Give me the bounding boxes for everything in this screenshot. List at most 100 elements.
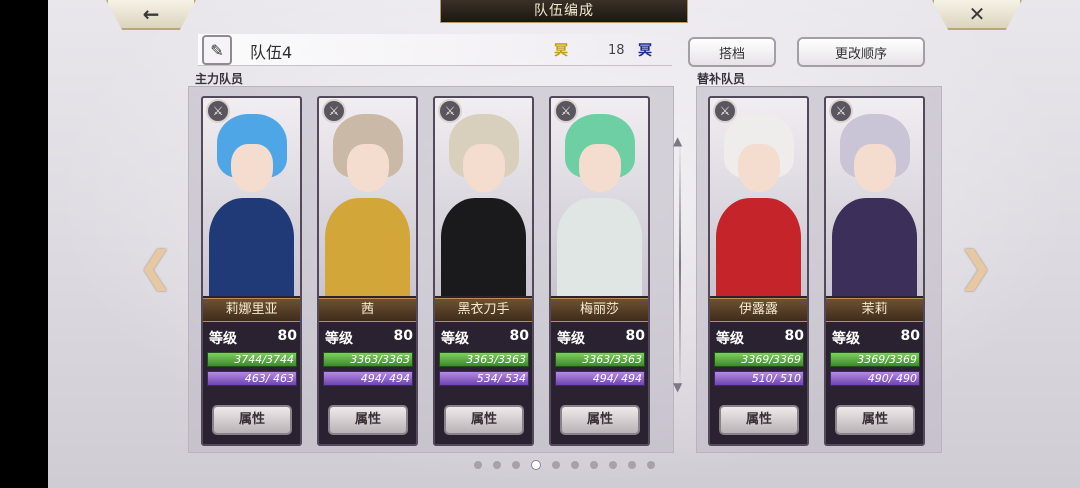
portrait-face [347, 144, 389, 192]
close-icon: ✕ [968, 2, 986, 26]
mp-bar: 494/ 494 [555, 371, 645, 386]
partner-button[interactable]: 搭档 [688, 37, 776, 67]
page-dot[interactable] [609, 461, 617, 469]
portrait-body [832, 198, 917, 296]
character-name: 茉莉 [826, 298, 923, 322]
attribute-button[interactable]: 属性 [212, 405, 292, 435]
mp-bar: 463/ 463 [207, 371, 297, 386]
level-label: 等级 [716, 331, 744, 347]
character-card[interactable]: ⚔ 黑衣刀手 等级 80 3363/3363 534/ 534 属性 [433, 96, 534, 446]
mp-bar: 490/ 490 [830, 371, 920, 386]
edit-team-name-button[interactable]: ✎ [202, 35, 232, 65]
attribute-button[interactable]: 属性 [444, 405, 524, 435]
team-name: 队伍4 [250, 43, 293, 62]
sub-members-label: 替补队员 [697, 72, 746, 86]
weapon-type-icon: ⚔ [554, 99, 578, 123]
portrait-body [557, 198, 642, 296]
portrait-body [209, 198, 294, 296]
level-label: 等级 [441, 331, 469, 347]
blue-stat-icon: 冥 [638, 43, 652, 59]
character-name: 茜 [319, 298, 416, 322]
mp-bar: 510/ 510 [714, 371, 804, 386]
character-name: 莉娜里亚 [203, 298, 300, 322]
page-dot[interactable] [493, 461, 501, 469]
portrait-face [854, 144, 896, 192]
character-card[interactable]: ⚔ 梅丽莎 等级 80 3363/3363 494/ 494 属性 [549, 96, 650, 446]
page-dot[interactable] [590, 461, 598, 469]
mp-bar: 494/ 494 [323, 371, 413, 386]
character-portrait [203, 98, 300, 296]
character-card[interactable]: ⚔ 茜 等级 80 3363/3363 494/ 494 属性 [317, 96, 418, 446]
weapon-type-icon: ⚔ [713, 99, 737, 123]
level-row: 等级 80 [441, 328, 529, 348]
divider-down-icon: ▼ [673, 380, 683, 394]
portrait-face [738, 144, 780, 192]
hp-bar: 3363/3363 [439, 352, 529, 367]
back-arrow-icon: ← [142, 2, 160, 26]
divider-up-icon: ▲ [673, 134, 683, 148]
weapon-type-icon: ⚔ [438, 99, 462, 123]
character-card[interactable]: ⚔ 莉娜里亚 等级 80 3744/3744 463/ 463 属性 [201, 96, 302, 446]
back-button[interactable]: ← [106, 0, 196, 30]
page-dot[interactable] [531, 460, 541, 470]
level-row: 等级 80 [716, 328, 804, 348]
page-indicator [474, 460, 655, 470]
level-label: 等级 [557, 331, 585, 347]
portrait-face [231, 144, 273, 192]
attribute-button[interactable]: 属性 [328, 405, 408, 435]
character-portrait [826, 98, 923, 296]
level-label: 等级 [832, 331, 860, 347]
page-title: 队伍编成 [440, 0, 688, 23]
page-dot[interactable] [647, 461, 655, 469]
level-value: 80 [900, 328, 920, 344]
level-value: 80 [393, 328, 413, 344]
level-row: 等级 80 [325, 328, 413, 348]
hp-bar: 3369/3369 [714, 352, 804, 367]
level-row: 等级 80 [557, 328, 645, 348]
page-dot[interactable] [474, 461, 482, 469]
hp-bar: 3369/3369 [830, 352, 920, 367]
level-label: 等级 [325, 331, 353, 347]
weapon-type-icon: ⚔ [829, 99, 853, 123]
main-members-label: 主力队员 [195, 72, 244, 86]
level-value: 80 [625, 328, 645, 344]
character-name: 黑衣刀手 [435, 298, 532, 322]
character-card[interactable]: ⚔ 伊露露 等级 80 3369/3369 510/ 510 属性 [708, 96, 809, 446]
page-dot[interactable] [512, 461, 520, 469]
prev-page-arrow[interactable]: ❮ [138, 242, 173, 291]
attribute-button[interactable]: 属性 [835, 405, 915, 435]
character-card[interactable]: ⚔ 茉莉 等级 80 3369/3369 490/ 490 属性 [824, 96, 925, 446]
weapon-type-icon: ⚔ [206, 99, 230, 123]
level-row: 等级 80 [832, 328, 920, 348]
hp-bar: 3744/3744 [207, 352, 297, 367]
attribute-button[interactable]: 属性 [719, 405, 799, 435]
team-formation-screen: ← 队伍编成 ✕ ✎ 队伍4 冥 18 冥 98 搭档 更改顺序 主力队员 替补… [48, 0, 1080, 488]
portrait-face [579, 144, 621, 192]
character-name: 梅丽莎 [551, 298, 648, 322]
page-dot[interactable] [552, 461, 560, 469]
hp-bar: 3363/3363 [555, 352, 645, 367]
change-order-button[interactable]: 更改顺序 [797, 37, 925, 67]
character-name: 伊露露 [710, 298, 807, 322]
team-name-bar: ✎ 队伍4 冥 18 冥 98 [198, 34, 705, 66]
level-value: 80 [784, 328, 804, 344]
portrait-body [441, 198, 526, 296]
section-divider [679, 140, 681, 390]
hp-bar: 3363/3363 [323, 352, 413, 367]
close-button[interactable]: ✕ [932, 0, 1022, 30]
weapon-type-icon: ⚔ [322, 99, 346, 123]
mp-bar: 534/ 534 [439, 371, 529, 386]
page-dot[interactable] [628, 461, 636, 469]
level-row: 等级 80 [209, 328, 297, 348]
attribute-button[interactable]: 属性 [560, 405, 640, 435]
level-value: 80 [277, 328, 297, 344]
character-portrait [435, 98, 532, 296]
character-portrait [551, 98, 648, 296]
level-value: 80 [509, 328, 529, 344]
gold-stat-icon: 冥 [554, 43, 568, 59]
page-dot[interactable] [571, 461, 579, 469]
level-label: 等级 [209, 331, 237, 347]
character-portrait [710, 98, 807, 296]
pencil-icon: ✎ [210, 40, 224, 60]
next-page-arrow[interactable]: ❯ [958, 242, 993, 291]
